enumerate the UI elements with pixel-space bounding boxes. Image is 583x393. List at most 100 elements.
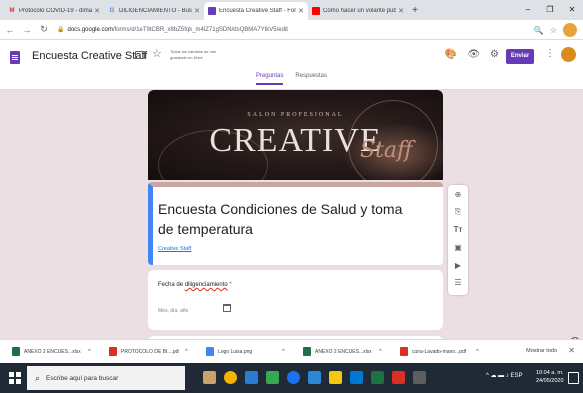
lock-icon: 🔒 [57,27,65,33]
clock-time: 10:04 a. m. [536,370,564,376]
palette-icon[interactable]: 🎨 [445,49,457,60]
image-file-icon [206,347,214,356]
add-video-icon[interactable]: ▶ [448,261,468,270]
search-placeholder: Escribe aquí para buscar [46,374,119,382]
back-arrow-icon[interactable]: ← [3,25,17,35]
window-controls: – ❐ ✕ [517,0,583,20]
profile-avatar[interactable] [563,23,577,37]
app-icon[interactable] [413,371,426,384]
star-icon[interactable]: ☆ [152,47,162,60]
taskbar-clock[interactable]: 10:04 a. m. 24/05/2020 [536,369,564,385]
url-field[interactable]: 🔒 docs.google.com /forms/d/1eT9tCBR_x8bZ… [57,23,517,37]
chevron-up-icon[interactable]: ^ [282,349,285,355]
forms-header: Encuesta Creative Staff ☆ Todos los camb… [0,40,583,90]
header-banner-image: SALON PROFESIONAL CREATIVE Staff [148,90,443,180]
form-tabs: Preguntas Respuestas [0,73,583,85]
acrobat-icon[interactable] [392,371,405,384]
notification-icon[interactable] [568,372,579,384]
minimize-button[interactable]: – [517,0,539,20]
download-filename: cuna-Lavado-mano...pdf [412,348,467,355]
chevron-up-icon[interactable]: ^ [88,349,91,355]
question-label-word: diligenciamiento [184,282,228,288]
excel-file-icon [303,347,311,356]
form-title-card[interactable]: Encuesta Condiciones de Salud y toma de … [148,182,443,265]
excel-icon[interactable] [371,371,384,384]
date-placeholder: Mes, día, año [158,308,189,314]
bookmark-star-icon[interactable]: ☆ [550,26,557,35]
side-toolbar: ⊕ ⎘ Tт ▣ ▶ ☰ [448,185,468,295]
tab-title: DILIGENCIAMIENTO - Buscar con [119,8,192,14]
file-explorer-icon[interactable] [329,371,342,384]
chrome-icon[interactable] [224,371,237,384]
import-questions-icon[interactable]: ⎘ [448,207,468,217]
new-tab-button[interactable]: + [408,2,422,20]
browser-tab[interactable]: Cómo hacer un volante publicida ✕ [308,2,408,20]
outlook-icon[interactable] [350,371,363,384]
add-title-icon[interactable]: Tт [448,225,468,234]
preview-eye-icon[interactable]: 👁 [467,49,480,60]
system-tray[interactable]: ^ ☁ ▬ ♪ ESP [486,372,523,379]
download-item[interactable]: cuna-Lavado-mano...pdf ^ [388,340,485,364]
banner-subtitle: SALON PROFESIONAL [247,112,344,118]
send-button[interactable]: Enviar [506,49,534,64]
add-section-icon[interactable]: ☰ [448,278,468,287]
edge-icon[interactable] [287,371,300,384]
calendar-icon [223,304,231,312]
task-view-icon[interactable] [203,371,216,384]
question-label[interactable]: Fecha de diligenciamiento * [158,282,232,288]
search-icon: ⌕ [35,372,41,383]
browser-tab[interactable]: M Protocolo COVID-19 - dimaluma ✕ [4,2,104,20]
forms-logo-icon[interactable] [10,51,20,64]
mail-icon[interactable] [245,371,258,384]
browser-tab-strip: M Protocolo COVID-19 - dimaluma ✕ G DILI… [0,0,583,20]
account-avatar[interactable] [561,47,576,62]
forward-arrow-icon[interactable]: → [20,25,34,35]
youtube-favicon-icon [312,7,320,15]
url-host: docs.google.com [67,26,113,33]
add-image-icon[interactable]: ▣ [448,243,468,252]
close-tab-icon[interactable]: ✕ [194,7,200,15]
add-question-icon[interactable]: ⊕ [448,190,468,199]
close-shelf-icon[interactable]: ✕ [568,346,575,355]
tab-questions[interactable]: Preguntas [255,73,284,85]
settings-gear-icon[interactable]: ⚙ [490,49,499,60]
close-tab-icon[interactable]: ✕ [298,7,304,15]
browser-tab-active[interactable]: Encuesta Creative Staff - Formul ✕ [204,2,308,20]
store-icon[interactable] [266,371,279,384]
word-icon[interactable] [308,371,321,384]
browser-tab[interactable]: G DILIGENCIAMIENTO - Buscar con ✕ [104,2,204,20]
reload-icon[interactable]: ↻ [37,24,51,35]
chevron-up-icon[interactable]: ^ [379,349,382,355]
download-item[interactable]: Logo Luisa.png ^ [194,340,291,364]
question-label-prefix: Fecha de [158,282,185,288]
show-all-downloads[interactable]: Mostrar todo [526,348,557,354]
download-item[interactable]: PROTOCOLO DE BI....pdf ^ [97,340,194,364]
form-title[interactable]: Encuesta Condiciones de Salud y toma de … [158,199,418,239]
more-options-icon[interactable]: ⋮ [545,48,555,59]
move-to-folder-icon[interactable] [135,51,145,59]
download-item[interactable]: ANEXO 2 ENCUES...xlsx ^ [0,340,97,364]
zoom-icon[interactable]: 🔍 [534,26,544,35]
question-card[interactable]: Fecha de diligenciamiento * Mes, día, añ… [148,270,443,330]
chevron-up-icon[interactable]: ^ [476,349,479,355]
maximize-button[interactable]: ❐ [539,0,561,20]
tab-responses[interactable]: Respuestas [295,73,327,85]
save-status: Todos los cambios se han guardado en Dri… [170,49,217,60]
close-tab-icon[interactable]: ✕ [398,7,404,15]
downloads-shelf: ANEXO 2 ENCUES...xlsx ^ PROTOCOLO DE BI.… [0,339,583,363]
form-name[interactable]: Encuesta Creative Staff [32,50,147,62]
taskbar-search-box[interactable]: ⌕ Escribe aquí para buscar [27,366,185,390]
address-bar-row: ← → ↻ 🔒 docs.google.com /forms/d/1eT9tCB… [0,20,583,40]
keyboard-language: ESP [510,373,523,379]
windows-start-icon[interactable] [9,372,21,384]
chevron-up-icon[interactable]: ^ [185,349,188,355]
clock-date: 24/05/2020 [536,378,564,384]
banner-script: Staff [360,138,413,163]
windows-taskbar: ⌕ Escribe aquí para buscar ^ ☁ ▬ ♪ ESP 1… [0,363,583,393]
close-window-button[interactable]: ✕ [561,0,583,20]
url-path: /forms/d/1eT9tCBR_x8bZ5fqk_m4lZ71gSDN/ds… [112,26,288,33]
required-mark: * [229,282,232,288]
download-item[interactable]: ANEXO 2 ENCUES...xlsx ^ [291,340,388,364]
tab-title: Cómo hacer un volante publicida [323,8,397,14]
close-tab-icon[interactable]: ✕ [94,7,100,15]
